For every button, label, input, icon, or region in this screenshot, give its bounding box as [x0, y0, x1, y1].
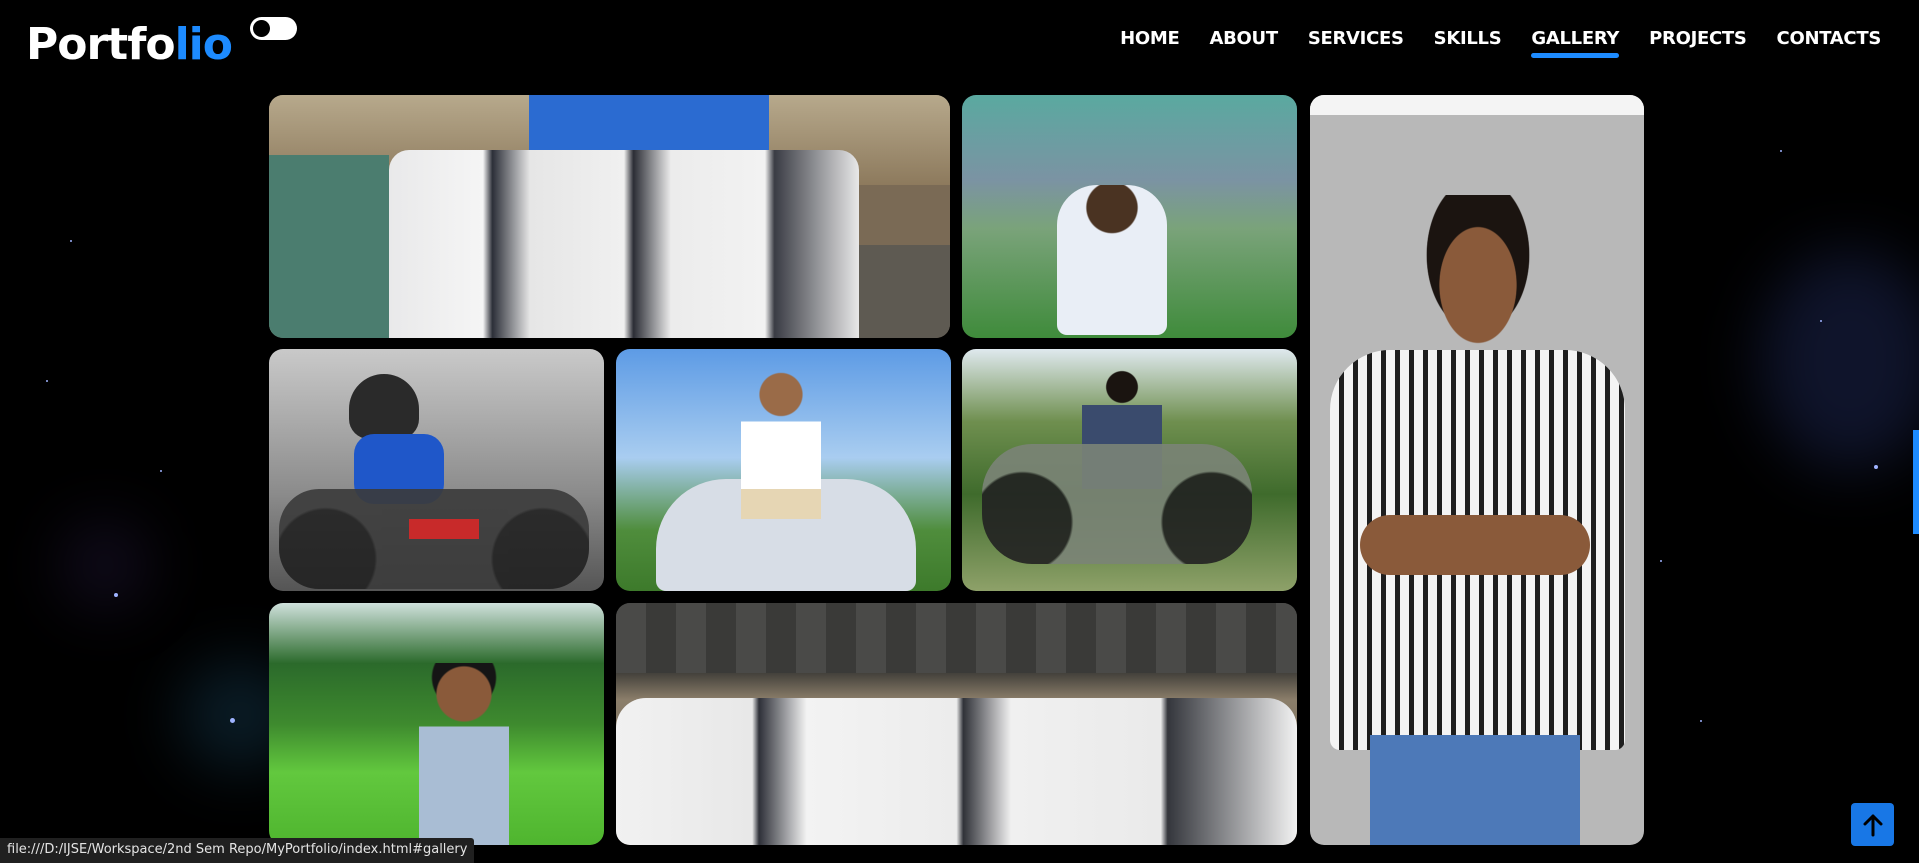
site-header: Portfolio HOME ABOUT SERVICES SKILLS GAL…: [0, 0, 1919, 86]
gallery-photo-person-on-classic-bike[interactable]: [962, 349, 1297, 591]
main-nav: HOME ABOUT SERVICES SKILLS GALLERY PROJE…: [1120, 28, 1882, 58]
status-bar-url: file:///D:/IJSE/Workspace/2nd Sem Repo/M…: [0, 838, 475, 863]
logo-accent-text: lio: [174, 19, 233, 70]
theme-toggle[interactable]: [250, 17, 297, 40]
nav-contacts[interactable]: CONTACTS: [1777, 28, 1882, 55]
gallery-photo-person-on-car[interactable]: [616, 349, 951, 591]
toggle-knob-icon: [253, 20, 270, 37]
logo[interactable]: Portfolio: [26, 16, 233, 74]
nav-projects[interactable]: PROJECTS: [1649, 28, 1747, 55]
nav-home[interactable]: HOME: [1120, 28, 1180, 55]
nav-gallery[interactable]: GALLERY: [1531, 28, 1619, 58]
gallery-photo-person-standing-wall[interactable]: [1310, 95, 1644, 845]
nav-skills[interactable]: SKILLS: [1434, 28, 1502, 55]
gallery-photo-person-paddy-field[interactable]: [269, 603, 604, 845]
page-scrollbar-thumb[interactable]: [1913, 430, 1919, 534]
nav-about[interactable]: ABOUT: [1209, 28, 1278, 55]
arrow-up-icon: [1863, 814, 1882, 836]
gallery-photo-rider-with-helmet[interactable]: [269, 349, 604, 591]
gallery-photo-group-factory[interactable]: [269, 95, 950, 338]
nav-services[interactable]: SERVICES: [1308, 28, 1404, 55]
scroll-to-top-button[interactable]: [1851, 803, 1894, 846]
gallery-photo-person-sitting-grass[interactable]: [962, 95, 1297, 338]
gallery-photo-group-shed[interactable]: [616, 603, 1297, 845]
logo-text: Portfo: [26, 19, 176, 70]
